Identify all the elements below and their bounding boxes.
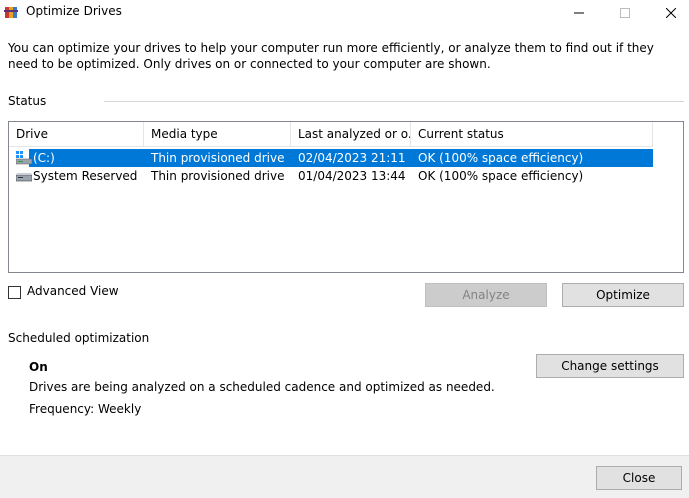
status-divider <box>104 101 684 102</box>
schedule-state: On <box>29 360 48 374</box>
dialog-footer <box>0 455 689 498</box>
current-status: OK (100% space efficiency) <box>418 169 584 183</box>
column-header-current-status[interactable]: Current status <box>411 122 653 146</box>
windows-drive-icon <box>15 151 33 165</box>
defrag-app-icon <box>4 5 18 19</box>
drive-name: System Reserved <box>33 169 138 183</box>
window-title: Optimize Drives <box>26 4 122 18</box>
last-analyzed: 01/04/2023 13:44 <box>298 169 406 183</box>
last-analyzed: 02/04/2023 21:11 <box>298 151 406 165</box>
column-header-media-type[interactable]: Media type <box>144 122 291 146</box>
change-settings-button[interactable]: Change settings <box>536 354 684 378</box>
schedule-description: Drives are being analyzed on a scheduled… <box>29 380 495 394</box>
drive-icon <box>15 169 33 183</box>
column-header-last-analyzed[interactable]: Last analyzed or o... <box>291 122 411 146</box>
maximize-icon <box>620 8 630 18</box>
list-item[interactable]: System Reserved Thin provisioned drive 0… <box>11 167 653 185</box>
current-status: OK (100% space efficiency) <box>418 151 584 165</box>
status-section-label: Status <box>8 94 47 108</box>
list-header: Drive Media type Last analyzed or o... C… <box>9 122 653 147</box>
column-header-drive[interactable]: Drive <box>9 122 144 146</box>
drives-list[interactable]: Drive Media type Last analyzed or o... C… <box>8 121 684 273</box>
minimize-button[interactable] <box>556 0 602 26</box>
close-button[interactable]: Close <box>596 466 682 490</box>
drive-name: (C:) <box>33 151 55 165</box>
optimize-button[interactable]: Optimize <box>562 283 684 307</box>
scheduled-section-label: Scheduled optimization <box>8 331 150 345</box>
title-bar[interactable]: Optimize Drives <box>0 0 689 26</box>
media-type: Thin provisioned drive <box>151 151 285 165</box>
minimize-icon <box>574 12 584 14</box>
advanced-view-label[interactable]: Advanced View <box>27 284 119 298</box>
media-type: Thin provisioned drive <box>151 169 285 183</box>
analyze-button[interactable]: Analyze <box>425 283 547 307</box>
maximize-button[interactable] <box>602 0 648 26</box>
schedule-frequency: Frequency: Weekly <box>29 402 142 416</box>
list-item[interactable]: (C:) Thin provisioned drive 02/04/2023 2… <box>11 149 653 167</box>
intro-text: You can optimize your drives to help you… <box>8 41 654 71</box>
close-icon <box>666 8 676 18</box>
advanced-view-checkbox[interactable] <box>8 286 21 299</box>
close-window-button[interactable] <box>648 0 689 26</box>
